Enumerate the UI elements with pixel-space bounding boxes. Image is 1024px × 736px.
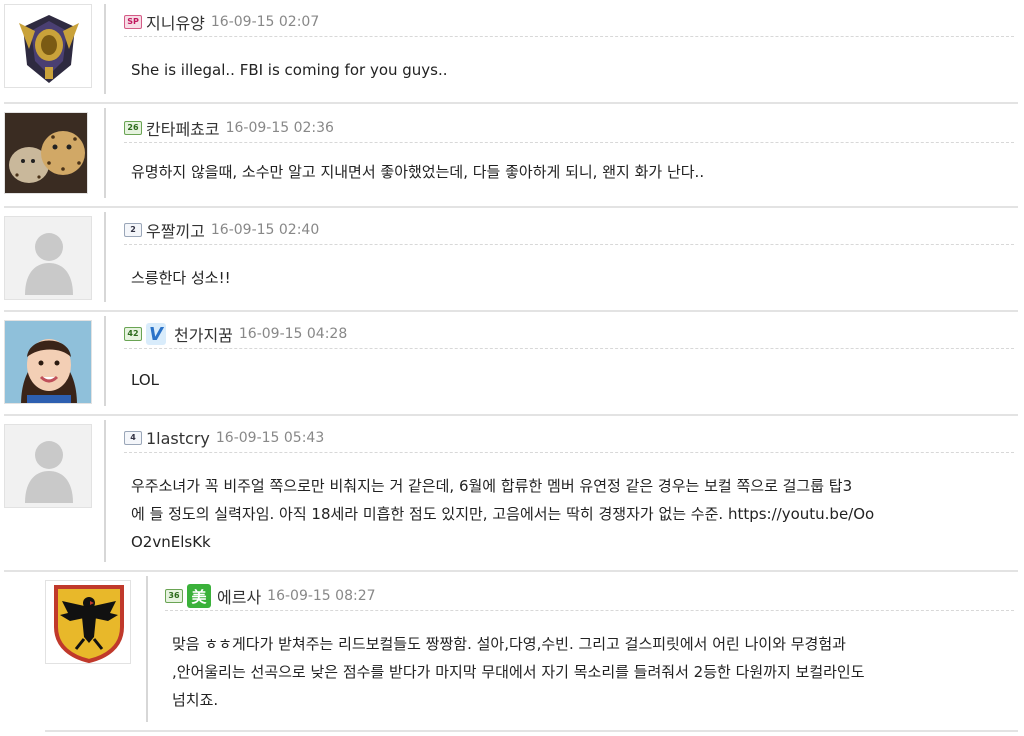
comment-header: 26 칸타페쵸코 16-09-15 02:36 [124, 114, 1014, 143]
comment-item: SP 지니유양 16-09-15 02:07 She is illegal.. … [4, 0, 1018, 104]
girl-photo-icon [5, 321, 91, 403]
avatar[interactable] [4, 320, 92, 404]
divider [104, 420, 106, 562]
comment-text: LOL [131, 371, 159, 389]
comment-text: 우주소녀가 꼭 비주얼 쪽으로만 비춰지는 거 같은데, 6월에 합류한 멤버 … [131, 472, 1004, 556]
comment-text: 유명하지 않을때, 소수만 알고 지내면서 좋아했었는데, 다들 좋아하게 되니… [131, 163, 705, 181]
comment-header: 2 우짤끼고 16-09-15 02:40 [124, 216, 1014, 245]
divider [104, 316, 106, 406]
comment-line: 넘치죠. [172, 691, 219, 709]
level-badge: 4 [124, 431, 142, 445]
divider [104, 108, 106, 198]
timestamp: 16-09-15 05:43 [215, 430, 325, 446]
nickname[interactable]: 우짤끼고 [146, 218, 205, 242]
divider [146, 576, 148, 722]
comment-item: 26 칸타페쵸코 16-09-15 02:36 유명하지 않을때, 소수만 알고… [4, 104, 1018, 208]
comment-header: 36 美 에르사 16-09-15 08:27 [165, 582, 1014, 611]
cheetah-photo-icon [5, 113, 87, 193]
comment-header: SP 지니유양 16-09-15 02:07 [124, 8, 1014, 37]
avatar[interactable] [45, 580, 131, 664]
reply-item: 36 美 에르사 16-09-15 08:27 맞음 ㅎㅎ게다가 받쳐주는 리드… [45, 572, 1018, 732]
comment-line: O2vnElsKk [131, 533, 211, 551]
avatar[interactable] [4, 216, 92, 300]
german-eagle-crest-icon [46, 581, 130, 663]
level-badge: SP [124, 15, 142, 29]
comment-line: 우주소녀가 꼭 비주얼 쪽으로만 비춰지는 거 같은데, 6월에 합류한 멤버 … [131, 477, 853, 495]
comment-line: ,안어울리는 선곡으로 낮은 점수를 받다가 마지막 무대에서 자기 목소리를 … [172, 663, 865, 681]
level-badge: 26 [124, 121, 142, 135]
nickname[interactable]: 1lastcry [146, 429, 210, 448]
comment-text: 맞음 ㅎㅎ게다가 받쳐주는 리드보컬들도 짱짱함. 설아,다영,수빈. 그리고 … [172, 630, 1004, 714]
comment-list: SP 지니유양 16-09-15 02:07 She is illegal.. … [0, 0, 1024, 736]
comment-header: 42 V 천가지꿈 16-09-15 04:28 [124, 320, 1014, 349]
level-badge: 36 [165, 589, 183, 603]
comment-item: 2 우짤끼고 16-09-15 02:40 스릉한다 성소!! [4, 208, 1018, 312]
v-badge-icon: V [146, 323, 166, 345]
beauty-badge-icon: 美 [187, 584, 211, 608]
comment-header: 4 1lastcry 16-09-15 05:43 [124, 424, 1014, 453]
comment-line: 에 들 정도의 실력자임. 아직 18세라 미흡한 점도 있지만, 고음에서는 … [131, 505, 875, 523]
timestamp: 16-09-15 02:07 [210, 14, 320, 30]
level-badge: 2 [124, 223, 142, 237]
comment-text: She is illegal.. FBI is coming for you g… [131, 61, 448, 79]
timestamp: 16-09-15 02:40 [210, 222, 320, 238]
comment-item: 4 1lastcry 16-09-15 05:43 우주소녀가 꼭 비주얼 쪽으… [4, 416, 1018, 572]
default-person-icon [5, 217, 91, 299]
nickname[interactable]: 지니유양 [146, 10, 205, 34]
scarab-emblem-icon [5, 5, 91, 87]
timestamp: 16-09-15 02:36 [225, 120, 334, 136]
avatar[interactable] [4, 112, 88, 194]
nickname[interactable]: 칸타페쵸코 [146, 116, 220, 140]
nickname[interactable]: 에르사 [217, 584, 261, 608]
divider [104, 4, 106, 94]
avatar[interactable] [4, 4, 92, 88]
comment-line: 맞음 ㅎㅎ게다가 받쳐주는 리드보컬들도 짱짱함. 설아,다영,수빈. 그리고 … [172, 635, 846, 653]
default-person-icon [5, 425, 91, 507]
avatar[interactable] [4, 424, 92, 508]
timestamp: 16-09-15 08:27 [267, 588, 376, 604]
timestamp: 16-09-15 04:28 [238, 326, 348, 342]
nickname[interactable]: 천가지꿈 [174, 322, 233, 346]
divider [104, 212, 106, 302]
comment-item: 42 V 천가지꿈 16-09-15 04:28 LOL [4, 312, 1018, 416]
comment-text: 스릉한다 성소!! [131, 269, 231, 287]
level-badge: 42 [124, 327, 142, 341]
